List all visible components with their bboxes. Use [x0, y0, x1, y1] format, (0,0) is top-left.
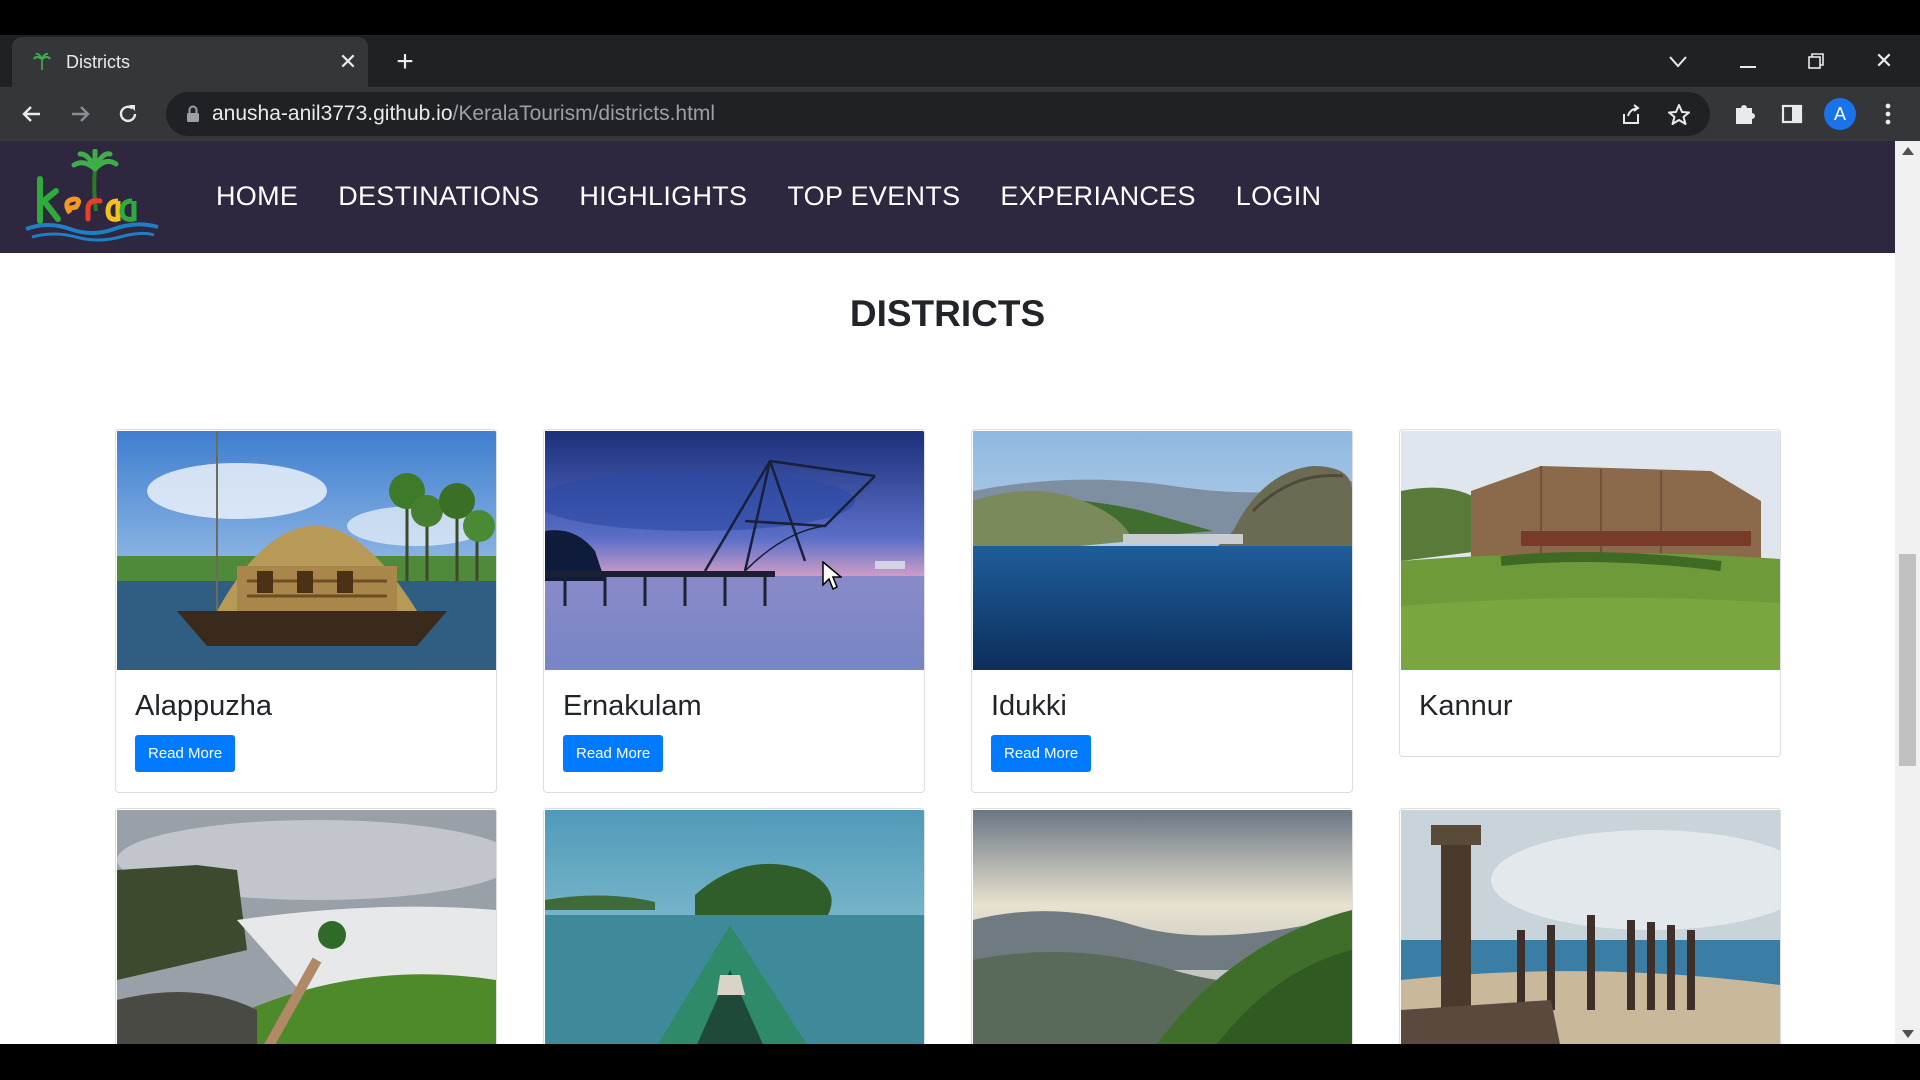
side-panel-icon[interactable]: [1776, 98, 1808, 130]
url-host: anusha-anil3773.github.io: [212, 102, 453, 125]
share-icon[interactable]: [1616, 100, 1646, 130]
restore-icon[interactable]: [1796, 43, 1836, 79]
beach-ruins-image[interactable]: [1401, 810, 1780, 1044]
idukki-dam-lake-image[interactable]: [973, 431, 1352, 670]
card-title: Kannur: [1419, 690, 1513, 722]
district-card: [971, 808, 1353, 1044]
district-card-kannur: Kannur: [1399, 429, 1781, 757]
profile-avatar[interactable]: A: [1824, 98, 1856, 130]
palm-favicon-icon: [33, 52, 51, 70]
read-more-button[interactable]: Read More: [991, 735, 1092, 772]
scrollbar-thumb[interactable]: [1899, 554, 1916, 766]
screen: Districts ✕ + ✕ anusha-anil3773.github.i…: [0, 0, 1920, 1080]
main-nav: HOME DESTINATIONS HIGHLIGHTS TOP EVENTS …: [216, 181, 1321, 212]
read-more-button[interactable]: Read More: [135, 735, 236, 772]
kannur-fort-image[interactable]: [1401, 431, 1780, 670]
reload-icon[interactable]: [110, 96, 146, 132]
lock-icon[interactable]: [182, 103, 204, 125]
nav-experiances[interactable]: EXPERIANCES: [1000, 181, 1195, 212]
scroll-up-arrow-icon[interactable]: [1902, 147, 1914, 155]
district-card: [1399, 808, 1781, 1044]
extensions-puzzle-icon[interactable]: [1728, 98, 1760, 130]
read-more-button[interactable]: Read More: [563, 735, 664, 772]
nav-top-events[interactable]: TOP EVENTS: [787, 181, 960, 212]
close-window-icon[interactable]: ✕: [1864, 43, 1904, 79]
page-viewport: HOME DESTINATIONS HIGHLIGHTS TOP EVENTS …: [0, 141, 1895, 1044]
scroll-down-arrow-icon[interactable]: [1902, 1030, 1914, 1038]
card-title: Ernakulam: [563, 690, 702, 722]
new-tab-icon[interactable]: +: [388, 46, 422, 80]
address-bar[interactable]: anusha-anil3773.github.io/KeralaTourism/…: [166, 92, 1710, 136]
card-title: Alappuzha: [135, 690, 273, 722]
kerala-logo[interactable]: [18, 149, 163, 245]
district-card-ernakulam: Ernakulam Read More: [543, 429, 925, 793]
nav-login[interactable]: LOGIN: [1236, 181, 1322, 212]
tab-search-icon[interactable]: [1658, 43, 1698, 79]
district-card: [543, 808, 925, 1044]
mountain-valley-image[interactable]: [973, 810, 1352, 1044]
nav-home[interactable]: HOME: [216, 181, 298, 212]
menu-kebab-icon[interactable]: [1872, 98, 1904, 130]
vertical-scrollbar[interactable]: [1895, 141, 1920, 1044]
tab-close-icon[interactable]: ✕: [334, 48, 362, 76]
ernakulam-fishing-net-image[interactable]: [545, 431, 924, 670]
site-navbar: HOME DESTINATIONS HIGHLIGHTS TOP EVENTS …: [0, 141, 1895, 253]
forward-icon[interactable]: [62, 96, 98, 132]
bookmark-star-icon[interactable]: [1664, 100, 1694, 130]
page-title: DISTRICTS: [849, 293, 1046, 334]
nav-highlights[interactable]: HIGHLIGHTS: [579, 181, 747, 212]
district-card-idukki: Idukki Read More: [971, 429, 1353, 793]
district-card: [115, 808, 497, 1044]
url-path: /KeralaTourism/districts.html: [452, 102, 716, 125]
boat-backwater-image[interactable]: [545, 810, 924, 1044]
coastal-fort-image[interactable]: [117, 810, 496, 1044]
tab-title: Districts: [66, 52, 130, 72]
minimize-icon[interactable]: [1728, 43, 1768, 79]
district-card-alappuzha: Alappuzha Read More: [115, 429, 497, 793]
nav-destinations[interactable]: DESTINATIONS: [338, 181, 539, 212]
browser-tab[interactable]: Districts ✕: [12, 37, 368, 87]
card-title: Idukki: [991, 690, 1067, 722]
browser-titlebar: Districts ✕ + ✕: [0, 35, 1920, 87]
browser-toolbar: anusha-anil3773.github.io/KeralaTourism/…: [0, 87, 1920, 141]
back-icon[interactable]: [14, 96, 50, 132]
url-text: anusha-anil3773.github.io/KeralaTourism/…: [212, 102, 715, 126]
alappuzha-houseboat-image[interactable]: [117, 431, 496, 670]
mouse-cursor-icon: [822, 561, 842, 591]
